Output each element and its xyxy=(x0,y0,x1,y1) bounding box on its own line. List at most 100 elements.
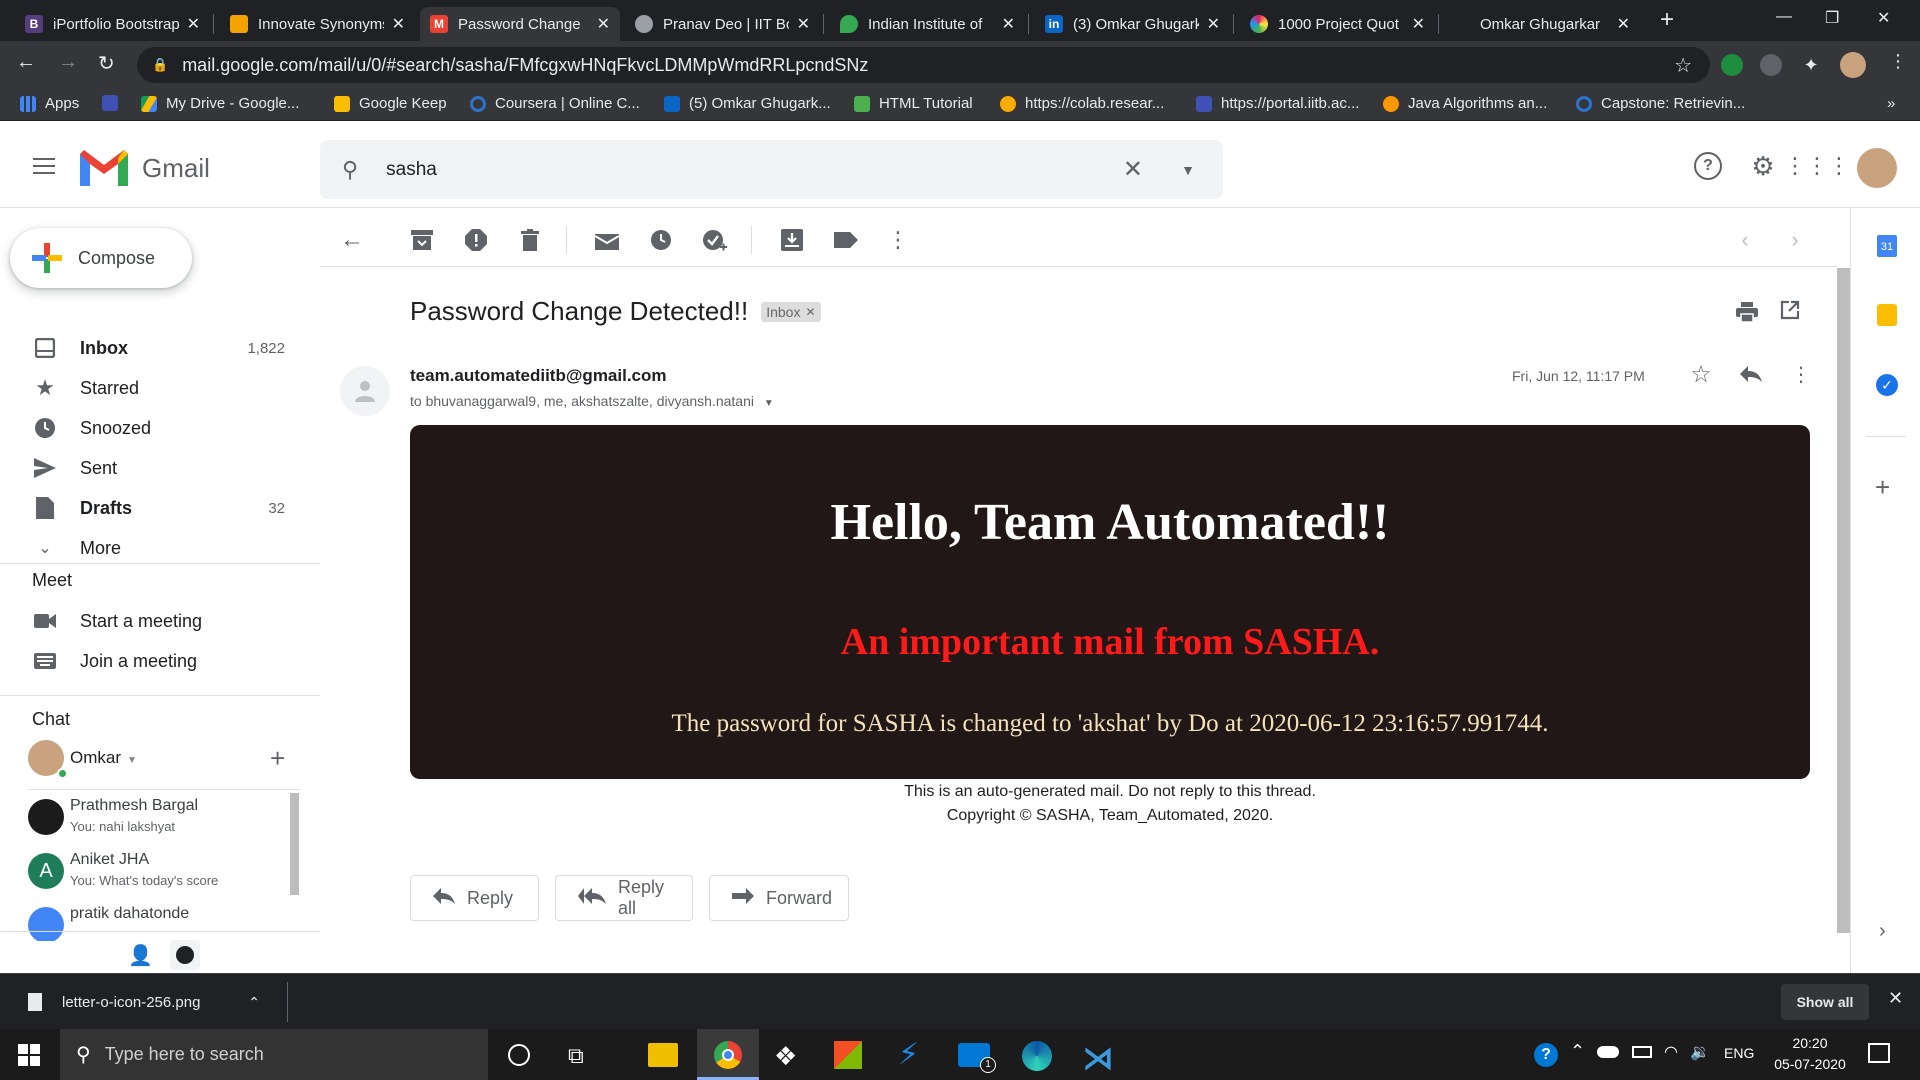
profile-avatar-icon[interactable] xyxy=(1840,52,1866,78)
bookmark-iitb-portal[interactable]: https://portal.iitb.ac... xyxy=(1196,95,1359,112)
search-options-icon[interactable]: ▼ xyxy=(1181,162,1195,178)
contacts-person-icon[interactable]: 👤 xyxy=(128,943,153,968)
close-tab-icon[interactable]: ✕ xyxy=(392,14,405,34)
bookmark-html-tutorial[interactable]: HTML Tutorial xyxy=(854,95,973,112)
bookmarks-overflow-icon[interactable]: » xyxy=(1887,95,1895,112)
open-in-new-window-icon[interactable] xyxy=(1776,296,1804,324)
show-hidden-icons-chevron[interactable]: ⌃ xyxy=(1570,1041,1585,1062)
restore-icon[interactable]: ❐ xyxy=(1825,8,1839,28)
forward-icon[interactable]: → xyxy=(58,51,78,74)
more-options-icon[interactable]: ⋮ xyxy=(884,226,912,254)
chat-scrollbar[interactable] xyxy=(290,793,299,895)
forward-button[interactable]: Forward xyxy=(709,875,849,921)
tasks-icon[interactable]: ✓ xyxy=(1876,374,1898,396)
report-spam-icon[interactable] xyxy=(462,226,490,254)
language-indicator[interactable]: ENG xyxy=(1724,1045,1754,1061)
clear-search-icon[interactable]: ✕ xyxy=(1123,155,1143,184)
inbox-label-chip[interactable]: Inbox ✕ xyxy=(761,301,821,322)
recipients-line[interactable]: to bhuvanaggarwal9, me, akshatszalte, di… xyxy=(410,393,774,409)
nav-starred[interactable]: ★ Starred xyxy=(0,368,300,408)
close-tab-icon[interactable]: ✕ xyxy=(187,14,200,34)
star-message-icon[interactable]: ☆ xyxy=(1687,360,1715,388)
back-to-search-icon[interactable]: ← xyxy=(338,226,366,254)
close-window-icon[interactable]: ✕ xyxy=(1877,8,1890,28)
wifi-icon[interactable]: ◠ xyxy=(1664,1042,1678,1062)
task-view-icon[interactable]: ⧉ xyxy=(568,1043,584,1069)
close-tab-icon[interactable]: ✕ xyxy=(797,14,810,34)
print-icon[interactable] xyxy=(1733,298,1761,326)
close-downloads-icon[interactable]: ✕ xyxy=(1888,988,1903,1009)
mark-unread-icon[interactable] xyxy=(593,226,621,254)
bookmark-coursera[interactable]: Coursera | Online C... xyxy=(470,95,640,112)
browser-tab[interactable]: Indian Institute of ✕ xyxy=(830,7,1025,41)
show-details-icon[interactable]: ▼ xyxy=(764,398,774,409)
compose-button[interactable]: Compose xyxy=(10,228,192,288)
close-tab-icon[interactable]: ✕ xyxy=(1617,14,1630,34)
help-tray-icon[interactable]: ? xyxy=(1534,1043,1558,1067)
close-tab-icon[interactable]: ✕ xyxy=(1207,14,1220,34)
close-tab-icon[interactable]: ✕ xyxy=(1002,14,1015,34)
chrome-menu-icon[interactable]: ⋮ xyxy=(1889,51,1907,72)
main-menu-icon[interactable] xyxy=(33,158,55,174)
main-scrollbar[interactable] xyxy=(1837,268,1850,933)
browser-tab[interactable]: Omkar Ghugarkar ✕ xyxy=(1445,7,1640,41)
bookmark-iitb[interactable] xyxy=(102,95,127,111)
bookmark-keep[interactable]: Google Keep xyxy=(334,95,447,112)
new-chat-plus-icon[interactable]: + xyxy=(270,743,285,774)
bookmark-java-algorithms[interactable]: Java Algorithms an... xyxy=(1383,95,1547,112)
browser-tab[interactable]: 1000 Project Quot ✕ xyxy=(1240,7,1435,41)
keep-icon[interactable] xyxy=(1877,304,1897,326)
cortana-icon[interactable] xyxy=(508,1044,530,1066)
sender-email[interactable]: team.automatediitb@gmail.com xyxy=(410,366,667,386)
extensions-puzzle-icon[interactable]: ✦ xyxy=(1800,54,1822,76)
chat-contact[interactable]: Prathmesh Bargal You: nahi lakshyat xyxy=(28,793,298,847)
chat-self-name[interactable]: Omkar ▼ xyxy=(70,748,137,768)
reply-all-button[interactable]: Reply all xyxy=(555,875,693,921)
reply-button[interactable]: Reply xyxy=(410,875,539,921)
nav-inbox[interactable]: Inbox 1,822 xyxy=(0,328,300,368)
new-tab-button[interactable]: + xyxy=(1660,6,1674,34)
browser-tab[interactable]: Innovate Synonyms ✕ xyxy=(220,7,415,41)
vscode-icon[interactable]: ⋊ xyxy=(1082,1039,1114,1077)
nav-drafts[interactable]: Drafts 32 xyxy=(0,488,300,528)
browser-tab[interactable]: in (3) Omkar Ghugark ✕ xyxy=(1035,7,1230,41)
newer-message-icon[interactable]: ‹ xyxy=(1731,226,1759,254)
bookmark-drive[interactable]: My Drive - Google... xyxy=(141,95,299,112)
reload-icon[interactable]: ↻ xyxy=(98,51,115,76)
minimize-icon[interactable]: — xyxy=(1776,8,1792,26)
label-tag-icon[interactable] xyxy=(832,226,860,254)
download-options-chevron-icon[interactable]: ⌃ xyxy=(248,994,260,1011)
show-side-panel-icon[interactable]: › xyxy=(1879,920,1886,943)
delete-trash-icon[interactable] xyxy=(516,226,544,254)
bookmark-star-icon[interactable]: ☆ xyxy=(1674,53,1692,78)
search-input[interactable]: sasha xyxy=(386,159,437,181)
bookmark-linkedin[interactable]: (5) Omkar Ghugark... xyxy=(664,95,831,112)
search-bar[interactable]: ⚲ sasha ✕ ▼ xyxy=(320,140,1223,199)
close-tab-icon[interactable]: ✕ xyxy=(1412,14,1425,34)
move-to-icon[interactable] xyxy=(778,226,806,254)
account-avatar[interactable] xyxy=(1857,148,1897,188)
browser-tab[interactable]: Pranav Deo | IIT Bo ✕ xyxy=(625,7,820,41)
sender-avatar[interactable] xyxy=(340,366,390,416)
show-all-downloads-button[interactable]: Show all xyxy=(1781,984,1869,1020)
status-dropdown-icon[interactable]: ▼ xyxy=(127,755,137,766)
battery-icon[interactable] xyxy=(1632,1046,1652,1058)
settings-gear-icon[interactable]: ⚙ xyxy=(1749,151,1777,181)
remove-label-icon[interactable]: ✕ xyxy=(805,305,815,319)
wordtune-extension-icon[interactable] xyxy=(1760,54,1782,76)
browser-tab[interactable]: B iPortfolio Bootstrap ✕ xyxy=(15,7,210,41)
search-icon[interactable]: ⚲ xyxy=(342,157,358,183)
volume-icon[interactable]: 🔉 xyxy=(1690,1042,1710,1062)
grammarly-extension-icon[interactable] xyxy=(1721,54,1743,76)
snooze-clock-icon[interactable] xyxy=(647,226,675,254)
browser-tab-active[interactable]: M Password Change ✕ xyxy=(420,7,620,41)
older-message-icon[interactable]: › xyxy=(1781,226,1809,254)
bookmark-apps[interactable]: Apps xyxy=(20,95,79,112)
bookmark-capstone[interactable]: Capstone: Retrievin... xyxy=(1576,95,1745,112)
clock-date[interactable]: 05-07-2020 xyxy=(1760,1056,1860,1072)
windows-start-icon[interactable] xyxy=(18,1044,40,1066)
edge-icon[interactable] xyxy=(1022,1041,1052,1071)
onedrive-icon[interactable] xyxy=(1597,1046,1619,1058)
microsoft-store-icon[interactable] xyxy=(834,1041,862,1069)
close-tab-icon[interactable]: ✕ xyxy=(597,14,610,34)
